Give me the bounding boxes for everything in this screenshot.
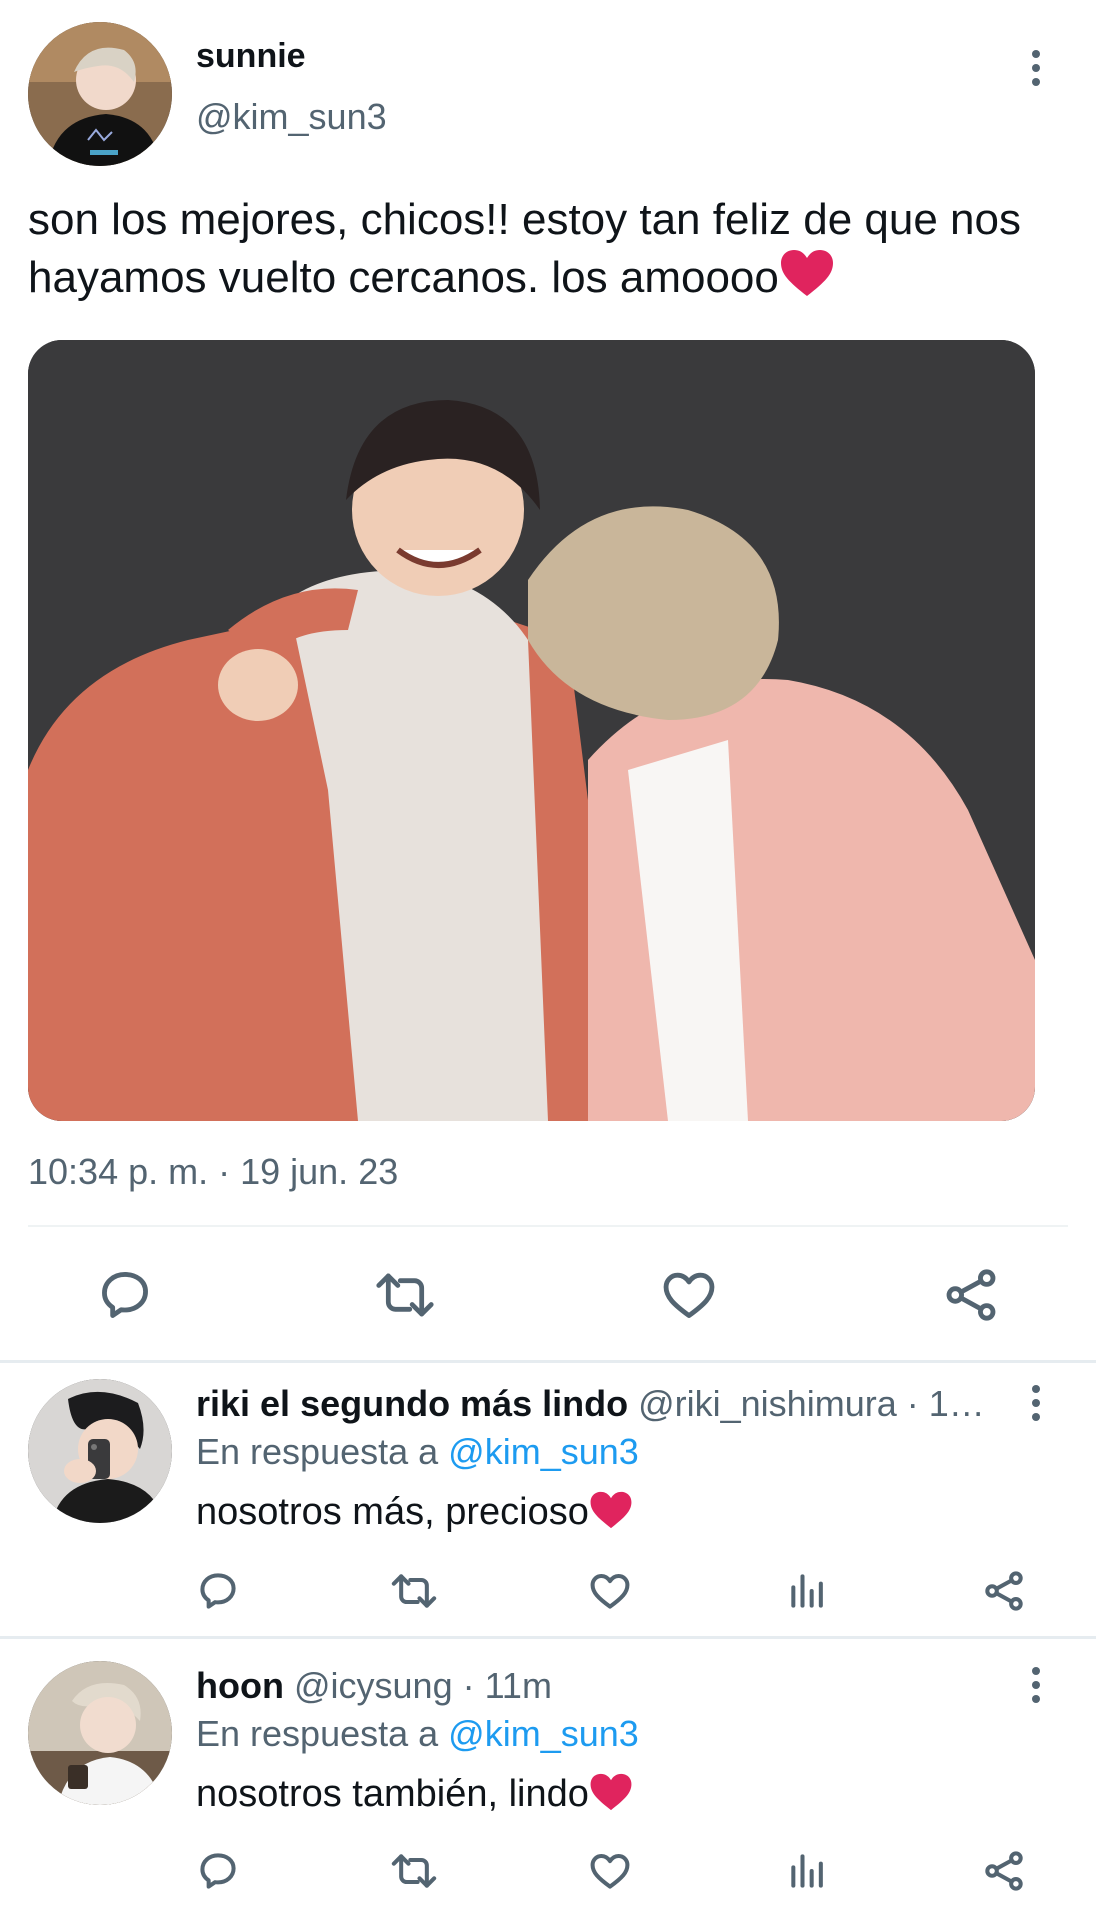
heart-emoji-icon — [779, 248, 835, 312]
reply-avatar[interactable] — [28, 1379, 172, 1523]
like-icon[interactable] — [588, 1849, 632, 1893]
heart-emoji-icon — [589, 1772, 633, 1823]
reply-handle-time[interactable]: @riki_nishimura · 1… — [638, 1383, 985, 1424]
analytics-icon[interactable] — [786, 1569, 830, 1613]
like-icon[interactable] — [660, 1266, 718, 1324]
reply-text: nosotros más, precioso — [196, 1489, 633, 1541]
share-icon[interactable] — [982, 1849, 1026, 1893]
reply-to-line: En respuesta a @kim_sun3 — [196, 1713, 639, 1755]
share-icon[interactable] — [942, 1266, 1000, 1324]
author-handle[interactable]: @kim_sun3 — [196, 96, 387, 138]
reply-tweet[interactable]: riki el segundo más lindo @riki_nishimur… — [0, 1363, 1096, 1635]
reply-icon[interactable] — [196, 1849, 240, 1893]
reply-icon[interactable] — [196, 1569, 240, 1613]
reply-avatar[interactable] — [28, 1661, 172, 1805]
reply-body: nosotros más, precioso — [196, 1491, 589, 1533]
reply-handle-time[interactable]: @icysung · 11m — [294, 1665, 552, 1706]
more-options-icon[interactable] — [1018, 1373, 1054, 1433]
reply-text: nosotros también, lindo — [196, 1771, 633, 1823]
analytics-icon[interactable] — [786, 1849, 830, 1893]
share-icon[interactable] — [982, 1569, 1026, 1613]
reply-to-label: En respuesta a — [196, 1713, 439, 1754]
tweet-body: son los mejores, chicos!! estoy tan feli… — [28, 195, 1021, 302]
reply-to-line: En respuesta a @kim_sun3 — [196, 1431, 639, 1473]
tweet-timestamp: 10:34 p. m. · 19 jun. 23 — [28, 1151, 399, 1192]
reply-header: riki el segundo más lindo @riki_nishimur… — [196, 1383, 1008, 1425]
reply-to-handle[interactable]: @kim_sun3 — [448, 1431, 639, 1472]
author-display-name[interactable]: sunnie — [196, 36, 306, 76]
reply-display-name[interactable]: riki el segundo más lindo — [196, 1383, 628, 1424]
divider — [28, 1225, 1068, 1227]
tweet-text: son los mejores, chicos!! estoy tan feli… — [28, 192, 1068, 312]
heart-emoji-icon — [589, 1490, 633, 1541]
more-options-icon[interactable] — [1018, 38, 1054, 98]
retweet-icon[interactable] — [374, 1266, 436, 1324]
retweet-icon[interactable] — [390, 1849, 438, 1893]
reply-display-name[interactable]: hoon — [196, 1665, 284, 1706]
reply-to-label: En respuesta a — [196, 1431, 439, 1472]
like-icon[interactable] — [588, 1569, 632, 1613]
retweet-icon[interactable] — [390, 1569, 438, 1613]
more-options-icon[interactable] — [1018, 1655, 1054, 1715]
reply-icon[interactable] — [96, 1266, 154, 1324]
reply-to-handle[interactable]: @kim_sun3 — [448, 1713, 639, 1754]
author-avatar[interactable] — [28, 22, 172, 166]
reply-body: nosotros también, lindo — [196, 1773, 589, 1815]
reply-tweet[interactable]: hoon @icysung · 11m En respuesta a @kim_… — [0, 1639, 1096, 1920]
tweet-media-photo[interactable] — [28, 340, 1035, 1121]
reply-header: hoon @icysung · 11m — [196, 1665, 1008, 1707]
